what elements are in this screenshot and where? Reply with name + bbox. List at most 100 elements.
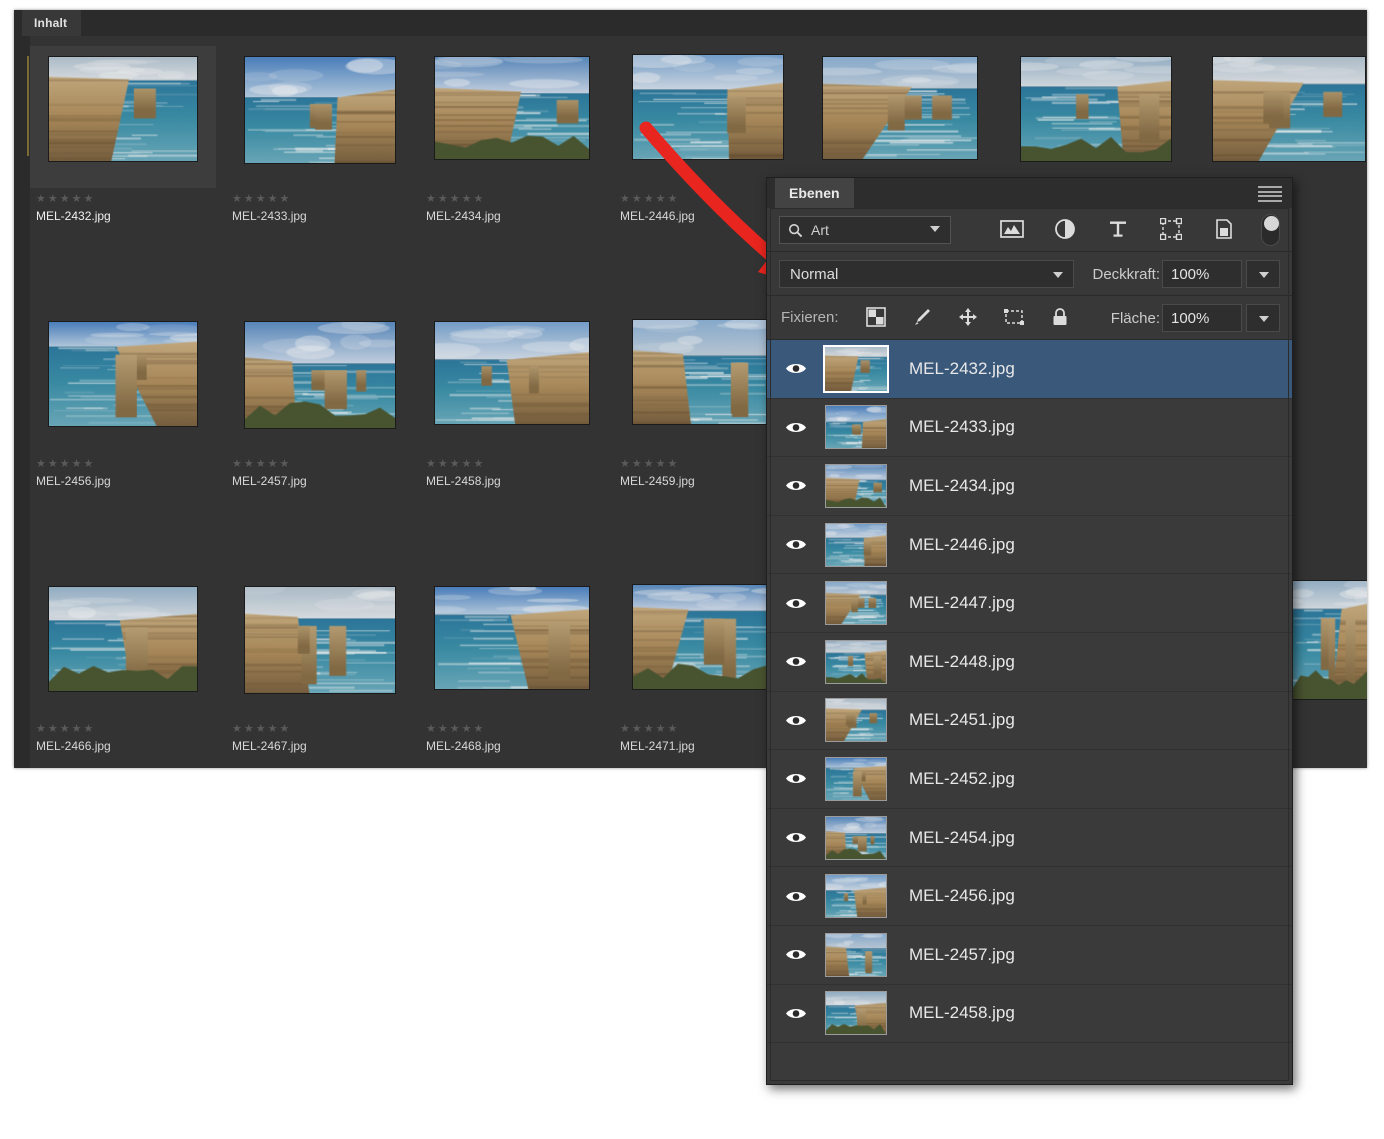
opacity-input[interactable]: 100% [1162, 260, 1242, 288]
thumbnail-image[interactable] [434, 586, 590, 690]
layer-row[interactable]: MEL-2454.jpg [767, 809, 1292, 868]
layer-visibility-eye-icon[interactable] [767, 713, 825, 728]
layer-visibility-eye-icon[interactable] [767, 596, 825, 611]
layer-row[interactable]: MEL-2446.jpg [767, 516, 1292, 575]
fill-stepper[interactable] [1246, 304, 1280, 332]
layer-visibility-eye-icon[interactable] [767, 947, 825, 962]
thumbnail-cell[interactable]: ★★★★★MEL-2466.jpg [30, 576, 216, 768]
layer-visibility-eye-icon[interactable] [767, 771, 825, 786]
layer-thumbnail[interactable] [825, 933, 887, 977]
layer-thumbnail[interactable] [825, 405, 887, 449]
thumbnail-image[interactable] [822, 56, 978, 160]
fill-input[interactable]: 100% [1162, 304, 1242, 332]
thumbnail-cell[interactable]: ★★★★★MEL-2456.jpg [30, 311, 216, 506]
layer-visibility-eye-icon[interactable] [767, 889, 825, 904]
layer-thumbnail[interactable] [825, 991, 887, 1035]
star-rating[interactable]: ★★★★★ [232, 723, 291, 735]
thumbnail-filename: MEL-2459.jpg [620, 474, 695, 488]
adjustment-filter-icon[interactable] [1052, 216, 1078, 242]
thumbnail-cell[interactable]: ★★★★★MEL-2434.jpg [420, 46, 606, 241]
thumbnail-image[interactable] [632, 54, 784, 160]
smart-object-filter-icon[interactable] [1211, 216, 1237, 242]
star-rating[interactable]: ★★★★★ [426, 458, 485, 470]
layer-visibility-eye-icon[interactable] [767, 1006, 825, 1021]
thumbnail-cell[interactable]: ★★★★★MEL-2457.jpg [226, 311, 412, 506]
hamburger-menu-icon[interactable] [1258, 186, 1282, 202]
layer-visibility-eye-icon[interactable] [767, 830, 825, 845]
layer-visibility-eye-icon[interactable] [767, 654, 825, 669]
bridge-left-strip [14, 36, 30, 768]
thumbnail-cell[interactable]: ★★★★★MEL-2458.jpg [420, 311, 606, 506]
thumbnail-cell[interactable]: ★★★★★MEL-2467.jpg [226, 576, 412, 768]
layer-thumbnail[interactable] [825, 874, 887, 918]
layer-row[interactable]: MEL-2457.jpg [767, 926, 1292, 985]
chevron-down-icon[interactable] [1053, 272, 1063, 278]
lock-all-icon[interactable] [1047, 304, 1073, 330]
image-filter-icon[interactable] [999, 216, 1025, 242]
text-filter-icon[interactable] [1105, 216, 1131, 242]
thumbnail-image[interactable] [632, 584, 784, 690]
thumbnail-image[interactable] [48, 321, 198, 427]
thumbnail-image[interactable] [1212, 56, 1366, 162]
tab-inhalt[interactable]: Inhalt [22, 10, 81, 36]
layer-thumbnail[interactable] [825, 816, 887, 860]
layer-thumbnail[interactable] [825, 581, 887, 625]
thumbnail-image[interactable] [244, 321, 396, 429]
layer-row[interactable]: MEL-2452.jpg [767, 750, 1292, 809]
layer-row[interactable]: MEL-2458.jpg [767, 985, 1292, 1044]
layer-row[interactable]: MEL-2451.jpg [767, 692, 1292, 751]
filter-toggle-switch[interactable] [1261, 214, 1280, 246]
artboard-lock-icon[interactable] [1001, 304, 1027, 330]
layer-kind-select[interactable]: Art [779, 216, 951, 244]
opacity-stepper[interactable] [1246, 260, 1280, 288]
layer-thumbnail[interactable] [825, 464, 887, 508]
layer-row[interactable]: MEL-2448.jpg [767, 633, 1292, 692]
layer-row[interactable]: MEL-2447.jpg [767, 574, 1292, 633]
tab-ebenen[interactable]: Ebenen [775, 178, 854, 208]
layer-visibility-eye-icon[interactable] [767, 537, 825, 552]
thumbnail-cell[interactable]: ★★★★★MEL-2468.jpg [420, 576, 606, 768]
thumbnail-image[interactable] [1020, 56, 1172, 162]
brush-lock-icon[interactable] [909, 304, 935, 330]
layer-visibility-eye-icon[interactable] [767, 478, 825, 493]
star-rating[interactable]: ★★★★★ [232, 193, 291, 205]
layer-thumbnail[interactable] [825, 640, 887, 684]
layer-visibility-eye-icon[interactable] [767, 361, 825, 376]
star-rating[interactable]: ★★★★★ [620, 193, 679, 205]
star-rating[interactable]: ★★★★★ [426, 193, 485, 205]
layer-name-label: MEL-2434.jpg [909, 476, 1015, 496]
shape-filter-icon[interactable] [1158, 216, 1184, 242]
layer-row[interactable]: MEL-2433.jpg [767, 399, 1292, 458]
layer-name-label: MEL-2432.jpg [909, 359, 1015, 379]
star-rating[interactable]: ★★★★★ [620, 458, 679, 470]
thumbnail-image[interactable] [1292, 580, 1367, 700]
thumbnail-image[interactable] [48, 586, 198, 692]
thumbnail-image[interactable] [48, 56, 198, 162]
move-lock-icon[interactable] [955, 304, 981, 330]
layer-visibility-eye-icon[interactable] [767, 420, 825, 435]
thumbnail-image[interactable] [434, 56, 590, 160]
thumbnail-image[interactable] [434, 321, 590, 425]
layer-thumbnail[interactable] [825, 523, 887, 567]
star-rating[interactable]: ★★★★★ [232, 458, 291, 470]
chevron-down-icon[interactable] [930, 226, 940, 232]
thumbnail-image[interactable] [244, 586, 396, 694]
layer-thumbnail[interactable] [825, 757, 887, 801]
layer-list[interactable]: MEL-2432.jpg MEL-2433.jpg MEL-2434.jpg MEL-… [767, 340, 1292, 1084]
transparency-lock-icon[interactable] [863, 304, 889, 330]
star-rating[interactable]: ★★★★★ [36, 723, 95, 735]
star-rating[interactable]: ★★★★★ [426, 723, 485, 735]
star-rating[interactable]: ★★★★★ [36, 193, 95, 205]
blend-mode-select[interactable]: Normal [779, 260, 1074, 288]
star-rating[interactable]: ★★★★★ [36, 458, 95, 470]
layer-row[interactable]: MEL-2432.jpg [767, 340, 1292, 399]
thumbnail-image[interactable] [244, 56, 396, 164]
layer-thumbnail[interactable] [825, 698, 887, 742]
layer-row[interactable]: MEL-2434.jpg [767, 457, 1292, 516]
thumbnail-cell[interactable]: ★★★★★MEL-2432.jpg [30, 46, 216, 241]
star-rating[interactable]: ★★★★★ [620, 723, 679, 735]
thumbnail-image[interactable] [632, 319, 784, 425]
thumbnail-cell[interactable]: ★★★★★MEL-2433.jpg [226, 46, 412, 241]
layer-row[interactable]: MEL-2456.jpg [767, 867, 1292, 926]
layer-thumbnail[interactable] [825, 347, 887, 391]
